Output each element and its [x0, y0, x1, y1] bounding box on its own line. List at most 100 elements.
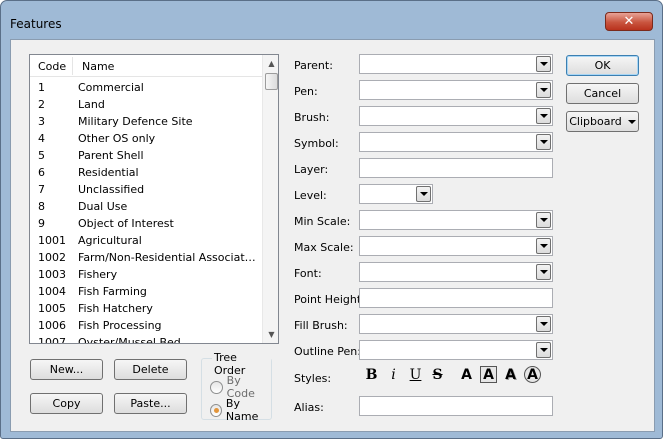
chevron-down-icon[interactable] — [536, 56, 551, 72]
min-scale-label: Min Scale: — [294, 215, 351, 228]
item-name: Oyster/Mussel Bed — [78, 336, 181, 344]
column-header-name[interactable]: Name — [82, 60, 114, 73]
fill-brush-combo[interactable] — [359, 314, 553, 334]
features-window: Features ✕ Code Name 1 Commercial 2 Land 3… — [0, 0, 663, 439]
text-shadow-icon[interactable]: A — [502, 366, 519, 383]
text-plain-icon[interactable]: A — [458, 366, 475, 383]
column-header-code[interactable]: Code — [38, 60, 66, 73]
layer-label: Layer: — [294, 163, 329, 176]
list-item[interactable]: 3 Military Defence Site — [30, 113, 262, 130]
item-code: 8 — [38, 200, 45, 213]
features-list[interactable]: Code Name 1 Commercial 2 Land 3 Military De… — [29, 54, 279, 344]
list-item[interactable]: 7 Unclassified — [30, 181, 262, 198]
new-button[interactable]: New... — [30, 359, 103, 380]
scroll-up-icon[interactable]: ▲ — [263, 55, 278, 72]
list-item[interactable]: 1 Commercial — [30, 79, 262, 96]
bold-icon[interactable]: B — [363, 366, 380, 383]
chevron-down-icon[interactable] — [536, 212, 551, 228]
list-rows: 1 Commercial 2 Land 3 Military Defence Site… — [30, 79, 262, 344]
item-code: 1007 — [38, 336, 66, 344]
chevron-down-icon[interactable] — [536, 108, 551, 124]
text-halo-icon[interactable]: A — [524, 366, 541, 383]
item-name: Parent Shell — [78, 149, 144, 162]
min-scale-combo[interactable] — [359, 210, 553, 230]
level-combo[interactable] — [359, 184, 433, 204]
list-item[interactable]: 9 Object of Interest — [30, 215, 262, 232]
list-item[interactable]: 1007 Oyster/Mussel Bed — [30, 334, 262, 344]
list-item[interactable]: 6 Residential — [30, 164, 262, 181]
outline-pen-combo[interactable] — [359, 340, 553, 360]
list-item[interactable]: 8 Dual Use — [30, 198, 262, 215]
chevron-down-icon[interactable] — [536, 342, 551, 358]
list-scrollbar[interactable]: ▲ ▼ — [262, 55, 278, 343]
chevron-down-icon[interactable] — [536, 316, 551, 332]
item-name: Object of Interest — [78, 217, 174, 230]
font-combo[interactable] — [359, 262, 553, 282]
list-item[interactable]: 1005 Fish Hatchery — [30, 300, 262, 317]
chevron-down-icon[interactable] — [536, 238, 551, 254]
radio-icon[interactable] — [210, 380, 223, 394]
item-code: 9 — [38, 217, 45, 230]
item-code: 1 — [38, 81, 45, 94]
item-name: Commercial — [78, 81, 144, 94]
paste-button[interactable]: Paste... — [114, 393, 187, 414]
list-item[interactable]: 4 Other OS only — [30, 130, 262, 147]
scroll-thumb[interactable] — [265, 73, 278, 90]
symbol-label: Symbol: — [294, 137, 339, 150]
list-item[interactable]: 1006 Fish Processing — [30, 317, 262, 334]
text-box-icon[interactable]: A — [480, 366, 497, 383]
chevron-down-icon[interactable] — [416, 186, 431, 202]
dialog-client: Code Name 1 Commercial 2 Land 3 Military De… — [10, 39, 655, 432]
list-item[interactable]: 1004 Fish Farming — [30, 283, 262, 300]
radio-selected-icon[interactable] — [210, 403, 222, 417]
italic-icon[interactable]: i — [385, 366, 402, 383]
item-name: Military Defence Site — [78, 115, 193, 128]
item-name: Unclassified — [78, 183, 145, 196]
list-item[interactable]: 2 Land — [30, 96, 262, 113]
cancel-button[interactable]: Cancel — [566, 83, 639, 104]
symbol-combo[interactable] — [359, 132, 553, 152]
item-name: Dual Use — [78, 200, 128, 213]
underline-icon[interactable]: U — [407, 366, 424, 383]
chevron-down-icon[interactable] — [536, 264, 551, 280]
parent-label: Parent: — [294, 59, 333, 72]
list-item[interactable]: 1003 Fishery — [30, 266, 262, 283]
chevron-down-icon — [627, 119, 636, 124]
item-name: Other OS only — [78, 132, 156, 145]
item-name: Fish Hatchery — [78, 302, 153, 315]
max-scale-combo[interactable] — [359, 236, 553, 256]
list-item[interactable]: 5 Parent Shell — [30, 147, 262, 164]
item-code: 1002 — [38, 251, 66, 264]
scroll-down-icon[interactable]: ▼ — [263, 326, 278, 343]
chevron-down-icon[interactable] — [536, 82, 551, 98]
ok-button[interactable]: OK — [566, 55, 639, 76]
strikethrough-icon[interactable]: S — [429, 366, 446, 383]
brush-combo[interactable] — [359, 106, 553, 126]
point-height-input[interactable] — [359, 288, 553, 308]
list-item[interactable]: 1002 Farm/Non-Residential Associated B... — [30, 249, 262, 266]
clipboard-button[interactable]: Clipboard — [566, 111, 639, 132]
radio-by-name[interactable]: By Name — [210, 397, 271, 423]
alias-input[interactable] — [359, 396, 553, 416]
item-name: Land — [78, 98, 105, 111]
chevron-down-icon[interactable] — [536, 134, 551, 150]
item-code: 5 — [38, 149, 45, 162]
alias-label: Alias: — [294, 401, 324, 414]
item-name: Fish Processing — [78, 319, 162, 332]
font-label: Font: — [294, 267, 322, 280]
item-code: 2 — [38, 98, 45, 111]
pen-combo[interactable] — [359, 80, 553, 100]
layer-input[interactable] — [359, 158, 553, 178]
item-code: 1005 — [38, 302, 66, 315]
item-name: Farm/Non-Residential Associated B... — [78, 251, 258, 264]
item-code: 1001 — [38, 234, 66, 247]
delete-button[interactable]: Delete — [114, 359, 187, 380]
close-icon[interactable]: ✕ — [605, 12, 653, 31]
list-item[interactable]: 1001 Agricultural — [30, 232, 262, 249]
column-separator[interactable] — [72, 57, 73, 75]
copy-button[interactable]: Copy — [30, 393, 103, 414]
parent-combo[interactable] — [359, 54, 553, 74]
item-code: 1004 — [38, 285, 66, 298]
style-toolbar: B i U S A A A A — [363, 366, 546, 383]
item-name: Residential — [78, 166, 139, 179]
